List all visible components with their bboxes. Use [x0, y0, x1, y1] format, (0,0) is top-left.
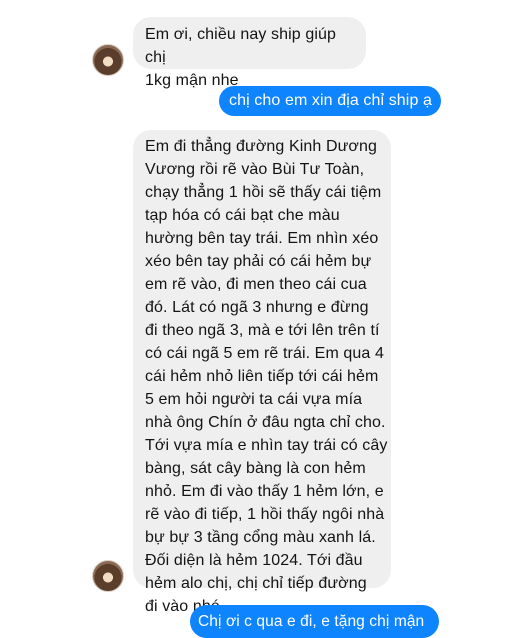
incoming-message-bubble: Em đi thẳng đường Kinh Dương Vương rồi r… [133, 130, 391, 615]
incoming-message-bubble: Em ơi, chiều nay ship giúp chị 1kg mận n… [133, 17, 366, 89]
outgoing-message-bubble: chị cho em xin địa chỉ ship ạ [219, 86, 441, 116]
contact-avatar[interactable] [92, 44, 124, 76]
outgoing-message-bubble: Chị ơi c qua e đi, e tặng chị mận [190, 605, 439, 638]
contact-avatar[interactable] [92, 560, 124, 592]
